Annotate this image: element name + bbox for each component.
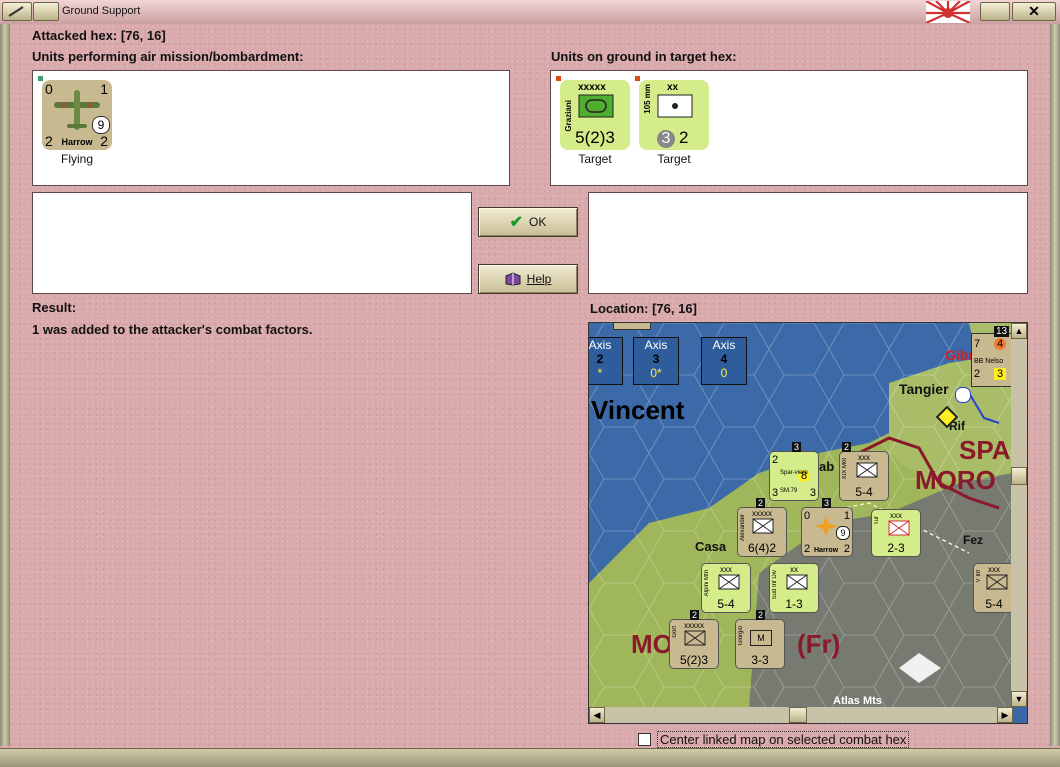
scroll-left-arrow-icon[interactable]: ◀: [589, 707, 605, 723]
map-label-vincent: Vincent: [591, 395, 685, 425]
unit-counter-harrow[interactable]: 0 1 2 2 9 Harrow: [38, 76, 112, 150]
result-label: Result:: [32, 300, 77, 315]
unit-caption: Flying: [60, 152, 93, 166]
help-button-label: Help: [526, 272, 552, 286]
center-map-checkbox-label: Center linked map on selected combat hex: [657, 731, 910, 748]
help-book-icon: [505, 272, 521, 286]
status-marker: [556, 76, 561, 81]
location-label: Location: [76, 16]: [590, 301, 697, 316]
center-map-checkbox-row[interactable]: Center linked map on selected combat hex: [638, 731, 910, 748]
help-button[interactable]: Help: [478, 264, 578, 294]
vertical-scroll-thumb[interactable]: [1011, 467, 1027, 485]
map-vertical-scrollbar[interactable]: ▲ ▼: [1011, 323, 1027, 707]
attacked-hex-label: Attacked hex: [76, 16]: [32, 28, 166, 43]
unit-caption: Target: [578, 152, 612, 166]
map-label-atlas: Atlas Mts: [833, 695, 882, 707]
title-bar: Ground Support ✕: [0, 0, 1060, 25]
explosion-icon: [814, 516, 838, 536]
map-counter-5-4-a[interactable]: 2 XIX Mot xxx 5-4: [839, 442, 889, 501]
map-label-fez: Fez: [963, 533, 984, 547]
scroll-right-arrow-icon[interactable]: ▶: [997, 707, 1013, 723]
restore-button[interactable]: [33, 2, 59, 21]
counter-value-circled: 3: [657, 130, 675, 148]
ok-button-label: OK: [529, 215, 547, 229]
left-frame: [0, 24, 10, 746]
rising-sun-flag-icon: [926, 1, 970, 23]
map-label-casablanca: Casa: [695, 539, 727, 554]
scroll-up-arrow-icon[interactable]: ▲: [1011, 323, 1027, 339]
horizontal-scroll-thumb[interactable]: [789, 707, 807, 723]
map-label-morocco-sp: MORO: [915, 465, 996, 495]
map-counter-bb-nelson[interactable]: 13 7 4 2 3 BB Nelso: [971, 326, 1013, 387]
linked-map[interactable]: Axis 2 * Axis 3 0* Axis 4 0 Vincent Tang…: [588, 322, 1028, 724]
map-label-france: (Fr): [797, 629, 841, 659]
close-icon: ✕: [1028, 3, 1040, 19]
map-counter-harrow[interactable]: 3 0 1 2 2 9 Harrow: [801, 498, 853, 557]
attackers-list[interactable]: 0 1 2 2 9 Harrow Flying: [32, 70, 510, 186]
map-counter-1-3[interactable]: Sud Inf Div xx 1-3: [769, 563, 819, 613]
counter-badge: 9: [92, 116, 110, 134]
map-counter-5-4-b[interactable]: Alpini Mtn xxx 5-4: [701, 563, 751, 613]
unit-counter-105mm[interactable]: 105 mm xx 3 2: [635, 76, 709, 150]
partial-counter: [613, 323, 651, 330]
counter-top-right: 1: [100, 81, 108, 97]
defenders-label: Units on ground in target hex:: [551, 49, 737, 64]
map-counter-5-2-3[interactable]: 2 Gort xxxxx 5(2)3: [669, 610, 719, 669]
status-marker: [38, 76, 43, 81]
counter-size: xxxxx: [578, 82, 606, 93]
map-horizontal-scrollbar[interactable]: ◀ ▶: [589, 707, 1013, 723]
counter-name: Harrow: [61, 137, 93, 147]
map-counter-2-3[interactable]: Tur xxx 2-3: [871, 509, 921, 557]
defenders-list[interactable]: Graziani xxxxx 5(2)3 Target 105 mm xx 3 …: [550, 70, 1028, 186]
map-counter-5-4-c[interactable]: V Inf xxx 5-4: [973, 563, 1015, 613]
map-label-rabat: ab: [819, 459, 835, 474]
attacker-notes-box: [32, 192, 472, 294]
defender-notes-box: [588, 192, 1028, 294]
close-button[interactable]: ✕: [1012, 2, 1056, 21]
artillery-unit-symbol-icon: [657, 94, 693, 118]
checkmark-icon: ✔: [509, 214, 524, 231]
maximize-button[interactable]: [980, 2, 1010, 21]
minimize-button[interactable]: [2, 2, 32, 21]
axis-box: Axis 2 *: [589, 337, 623, 385]
axis-box: Axis 4 0: [701, 337, 747, 385]
map-label-gibraltar: Gibr: [945, 347, 974, 363]
minimize-icon: [8, 6, 24, 17]
bottom-frame: [0, 748, 1060, 767]
ok-button[interactable]: ✔ OK: [478, 207, 578, 237]
scroll-down-arrow-icon[interactable]: ▼: [1011, 691, 1027, 707]
counter-top-left: 0: [45, 81, 53, 97]
counter-size: xx: [667, 82, 679, 93]
map-label-spain: SPA: [959, 435, 1011, 465]
map-label-tangier: Tangier: [899, 381, 949, 397]
armor-unit-symbol-icon: [578, 94, 614, 118]
map-counter-sparviero[interactable]: 3 2 3 3 8 Spar-viero SM.79: [769, 442, 819, 501]
window-title: Ground Support: [62, 5, 141, 17]
counter-side-name: 105 mm: [643, 84, 652, 114]
map-counter-6-4-2[interactable]: 2 Alexander xxxxx 6(4)2: [737, 498, 787, 557]
counter-value: 5(2)3: [575, 128, 615, 147]
counter-side-name: Graziani: [564, 100, 573, 132]
counter-value: 2: [679, 128, 689, 147]
right-frame: [1050, 24, 1060, 746]
attackers-label: Units performing air mission/bombardment…: [32, 49, 304, 64]
unit-counter-graziani[interactable]: Graziani xxxxx 5(2)3: [556, 76, 630, 150]
map-label-morocco-a: MO: [631, 629, 673, 659]
center-map-checkbox[interactable]: [638, 733, 651, 746]
status-marker: [635, 76, 640, 81]
axis-box: Axis 3 0*: [633, 337, 679, 385]
result-text: 1 was added to the attacker's combat fac…: [32, 322, 313, 337]
map-counter-3-3[interactable]: 2 Giorgio M 3-3: [735, 610, 785, 669]
unit-caption: Target: [657, 152, 691, 166]
port-marker[interactable]: [955, 387, 971, 403]
